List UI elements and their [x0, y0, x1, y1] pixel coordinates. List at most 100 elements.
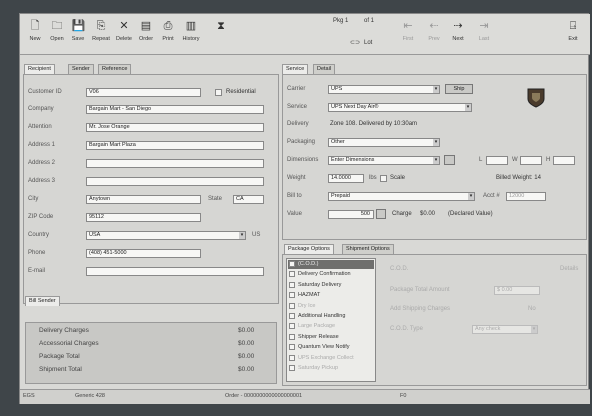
- state-label: State: [208, 196, 223, 202]
- tab-package-options[interactable]: Package Options: [284, 244, 334, 254]
- company-field[interactable]: Bargain Mart - San Diego: [86, 105, 264, 114]
- dimensions-select[interactable]: Enter Dimensions: [328, 156, 440, 165]
- option-row[interactable]: Saturday Pickup: [288, 364, 374, 373]
- phone-field[interactable]: (408) 451-5000: [86, 249, 201, 258]
- option-checkbox[interactable]: [289, 313, 295, 319]
- nav-prev-button[interactable]: ⇠ Prev: [423, 20, 445, 42]
- dimensions-button[interactable]: [444, 155, 455, 165]
- service-select[interactable]: UPS Next Day Air®: [328, 103, 472, 112]
- nav-last-button[interactable]: ⇥ Last: [473, 20, 495, 42]
- ups-shield-icon: [527, 88, 545, 108]
- history-tool-button[interactable]: ▥ History: [180, 20, 202, 42]
- hourglass-tool-button[interactable]: ⧗: [210, 20, 232, 35]
- option-row[interactable]: Dry Ice: [288, 302, 374, 311]
- address1-field[interactable]: Bargain Mart Plaza: [86, 141, 264, 150]
- open-tool-button[interactable]: 🗀 Open: [46, 20, 68, 42]
- attention-field[interactable]: Mr. Jose Orange: [86, 123, 264, 132]
- cod-details-button[interactable]: Details: [560, 266, 578, 272]
- city-field[interactable]: Anytown: [86, 195, 201, 204]
- bill-to-select[interactable]: Prepaid: [328, 192, 475, 201]
- charge-label-3: Shipment Total: [39, 366, 82, 373]
- bill-to-label: Bill to: [287, 193, 302, 199]
- option-label: Saturday Delivery: [298, 281, 342, 288]
- option-row[interactable]: Delivery Confirmation: [288, 270, 374, 279]
- zip-field[interactable]: 95112: [86, 213, 201, 222]
- hourglass-icon: ⧗: [217, 20, 225, 32]
- option-row[interactable]: (C.O.D.): [288, 260, 374, 269]
- country-code: US: [252, 232, 261, 238]
- exit-button[interactable]: ⍈ Exit: [562, 20, 584, 42]
- acct-field[interactable]: 12000: [506, 192, 546, 201]
- option-checkbox[interactable]: [289, 302, 295, 309]
- tab-recipient[interactable]: Recipient: [24, 64, 55, 74]
- exit-door-icon: ⍈: [569, 20, 577, 32]
- option-row[interactable]: UPS Exchange Collect: [288, 354, 374, 363]
- option-checkbox[interactable]: [289, 344, 295, 351]
- option-label: Large Package: [298, 323, 335, 330]
- charge-value: $0.00: [420, 211, 436, 217]
- state-field[interactable]: CA: [233, 195, 264, 204]
- cod-type-select[interactable]: Any check: [472, 325, 538, 334]
- option-row[interactable]: Shipper Release: [288, 333, 374, 342]
- option-row[interactable]: Quantum View Notify: [288, 343, 374, 352]
- option-checkbox[interactable]: [289, 271, 295, 278]
- option-label: UPS Exchange Collect: [298, 354, 354, 361]
- delete-tool-button[interactable]: ✕ Delete: [113, 20, 135, 42]
- repeat-tool-button[interactable]: ⎘ Repeat: [90, 20, 112, 42]
- option-row[interactable]: HAZMAT: [288, 291, 374, 300]
- city-label: City: [28, 196, 39, 202]
- width-field[interactable]: [520, 156, 542, 165]
- value-button[interactable]: [376, 209, 386, 219]
- save-tool-button[interactable]: 💾 Save: [67, 20, 89, 42]
- option-row[interactable]: Large Package: [288, 322, 374, 331]
- address2-label: Address 2: [28, 160, 56, 166]
- address3-field[interactable]: [86, 177, 264, 186]
- packaging-select[interactable]: Other: [328, 138, 440, 147]
- height-field[interactable]: [553, 156, 575, 165]
- tab-detail[interactable]: Detail: [313, 64, 336, 74]
- order-tool-button[interactable]: ▤ Order: [135, 20, 157, 42]
- address2-field[interactable]: [86, 159, 264, 168]
- new-doc-tool-button[interactable]: 🗋 New: [24, 20, 46, 42]
- option-checkbox[interactable]: [289, 323, 295, 330]
- repeat-label: Repeat: [92, 36, 110, 42]
- status-cell-2: Order - 0000000000000000001: [225, 393, 303, 399]
- option-checkbox[interactable]: [289, 261, 295, 267]
- option-checkbox[interactable]: [289, 281, 295, 288]
- option-row[interactable]: Additional Handling: [288, 312, 374, 321]
- nav-first-button[interactable]: ⇤ First: [397, 20, 419, 42]
- packaging-label: Packaging: [287, 139, 316, 145]
- cod-amount-field[interactable]: $ 0.00: [494, 286, 540, 295]
- option-checkbox[interactable]: [289, 365, 295, 371]
- option-label: Shipper Release: [298, 333, 339, 340]
- lot-label[interactable]: Lot: [364, 40, 372, 46]
- tab-bill-sender[interactable]: Bill Sender: [25, 296, 60, 306]
- tab-service[interactable]: Service: [282, 64, 309, 74]
- option-checkbox[interactable]: [289, 333, 295, 340]
- country-select[interactable]: USA: [86, 231, 246, 240]
- scale-checkbox[interactable]: [380, 175, 387, 182]
- email-field[interactable]: [86, 267, 264, 276]
- option-checkbox[interactable]: [289, 354, 295, 361]
- carrier-select[interactable]: UPS: [328, 85, 440, 94]
- open-icon: 🗀: [51, 20, 63, 32]
- print-tool-button[interactable]: ⎙ Print: [157, 20, 179, 42]
- value-field[interactable]: 500: [328, 210, 374, 219]
- option-label: Additional Handling: [298, 313, 346, 319]
- option-row[interactable]: Saturday Delivery: [288, 281, 374, 290]
- residential-checkbox[interactable]: [215, 89, 222, 96]
- length-field[interactable]: [486, 156, 508, 165]
- charge-value-0: $0.00: [238, 327, 255, 334]
- next-arrow-icon: ⇢: [453, 20, 463, 32]
- tab-shipment-options[interactable]: Shipment Options: [342, 244, 394, 254]
- charge-value-3: $0.00: [238, 366, 255, 373]
- option-checkbox[interactable]: [289, 292, 295, 299]
- ship-button[interactable]: Ship: [445, 84, 473, 94]
- weight-field[interactable]: 14.0000: [328, 174, 364, 183]
- tab-sender[interactable]: Sender: [68, 64, 94, 74]
- customer-id-field[interactable]: V06: [86, 88, 201, 97]
- tab-reference[interactable]: Reference: [98, 64, 132, 74]
- print-label: Print: [162, 36, 174, 42]
- history-icon: ▥: [185, 20, 197, 32]
- nav-next-button[interactable]: ⇢ Next: [447, 20, 469, 42]
